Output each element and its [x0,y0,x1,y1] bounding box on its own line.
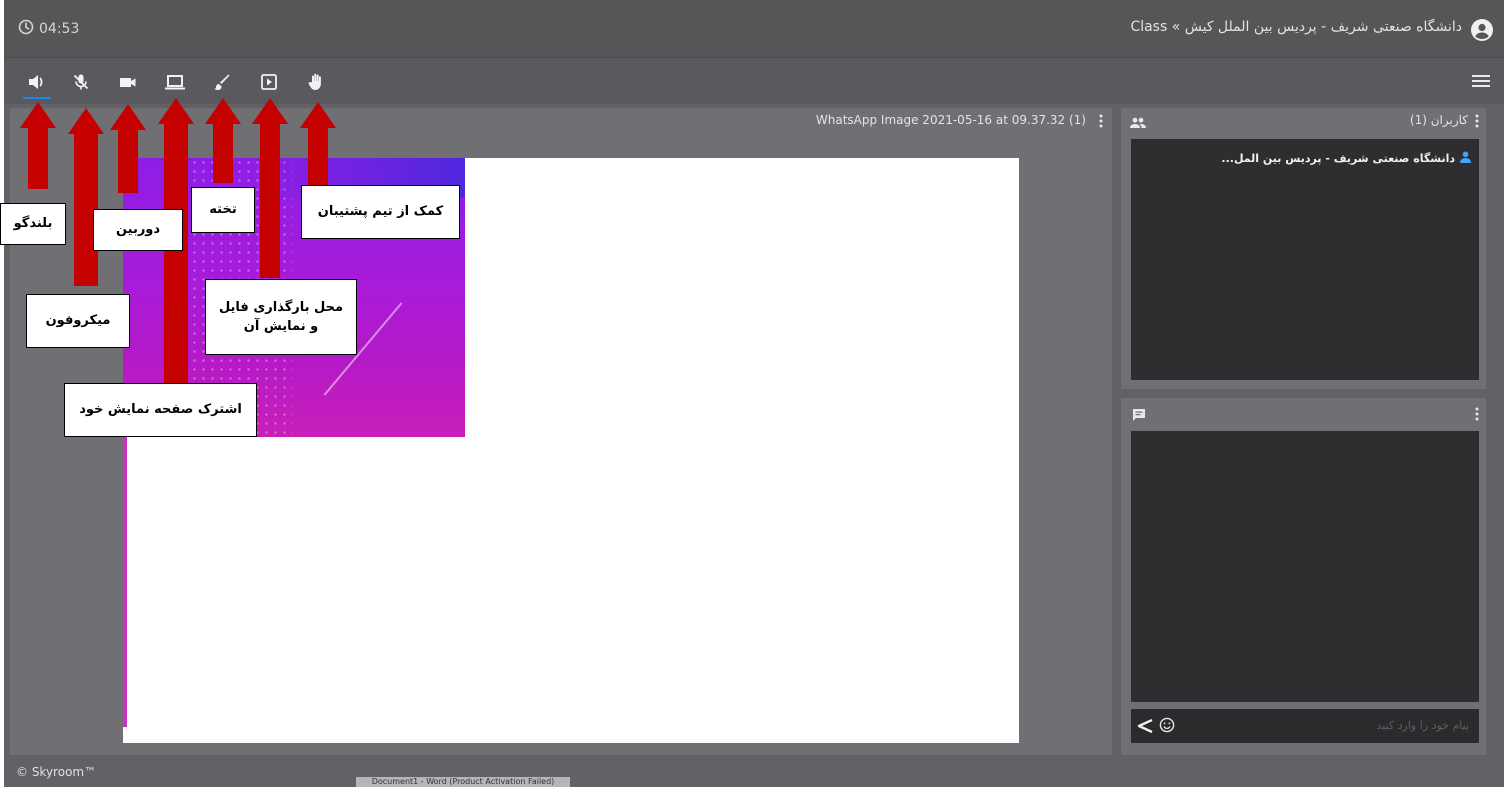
slide-image-edge [123,437,127,727]
users-panel: کاربران (1) دانشگاه صنعتی شریف - پردیس ب… [1121,108,1486,389]
presentation-file-title: WhatsApp Image 2021-05-16 at 09.37.32 (1… [815,113,1086,127]
microphone-annotation: میکروفون [26,294,130,348]
share-screen-annotation: اشترک صفحه نمایش خود [64,383,257,437]
chat-more-options-icon[interactable] [1474,406,1480,425]
person-icon [1460,151,1471,166]
chat-messages-area [1131,431,1479,702]
user-name: دانشگاه صنعتی شریف - پردیس بین المل... [1221,152,1455,165]
raise-hand-button[interactable] [305,71,327,93]
copyright-text: © Skyroom™ [16,765,97,779]
user-account-icon[interactable] [1470,18,1494,46]
speaker-annotation: بلندگو [0,203,66,245]
user-list-item[interactable]: دانشگاه صنعتی شریف - پردیس بین المل... [1221,151,1471,166]
emoji-icon[interactable] [1159,717,1175,737]
microphone-button[interactable] [70,71,92,93]
taskbar-tooltip: Document1 - Word (Product Activation Fai… [356,777,570,787]
laptop-icon [165,75,185,90]
chat-input-bar[interactable]: پیام خود را وارد کنید [1131,709,1479,743]
class-title: دانشگاه صنعتی شریف - پردیس بین الملل کیش… [1130,19,1462,35]
video-camera-icon [120,78,136,87]
share-screen-button[interactable] [164,71,186,93]
file-upload-annotation: محل بارگذاری فایل و نمایش آن [205,279,357,355]
play-box-icon [261,74,277,90]
presentation-button[interactable] [258,71,280,93]
people-icon [1129,114,1147,133]
camera-button[interactable] [117,71,139,93]
chat-input-placeholder[interactable]: پیام خود را وارد کنید [1376,719,1469,732]
users-panel-title: کاربران (1) [1409,113,1468,127]
send-icon[interactable] [1137,718,1153,737]
camera-annotation: دوربین [93,209,183,251]
hamburger-menu-icon[interactable] [1472,73,1490,92]
toolbar [4,57,1504,104]
users-list: دانشگاه صنعتی شریف - پردیس بین المل... [1131,139,1479,380]
users-more-options-icon[interactable] [1474,113,1480,132]
chat-panel: پیام خود را وارد کنید [1121,398,1486,755]
brush-icon [214,74,230,90]
mic-off-icon [73,74,89,90]
session-timer: 04:53 [18,19,79,39]
whiteboard-annotation: تخته [191,187,255,233]
hand-icon [308,73,321,90]
support-annotation: کمک از تیم پشتیبان [301,185,460,239]
clock-icon [18,19,34,39]
more-options-icon[interactable] [1098,113,1104,132]
title-bar: 04:53 دانشگاه صنعتی شریف - پردیس بین الم… [4,0,1504,57]
chat-icon [1132,407,1146,426]
timer-text: 04:53 [39,21,80,37]
speaker-button[interactable] [23,71,51,99]
whiteboard-button[interactable] [211,71,233,93]
volume-icon [29,75,43,89]
